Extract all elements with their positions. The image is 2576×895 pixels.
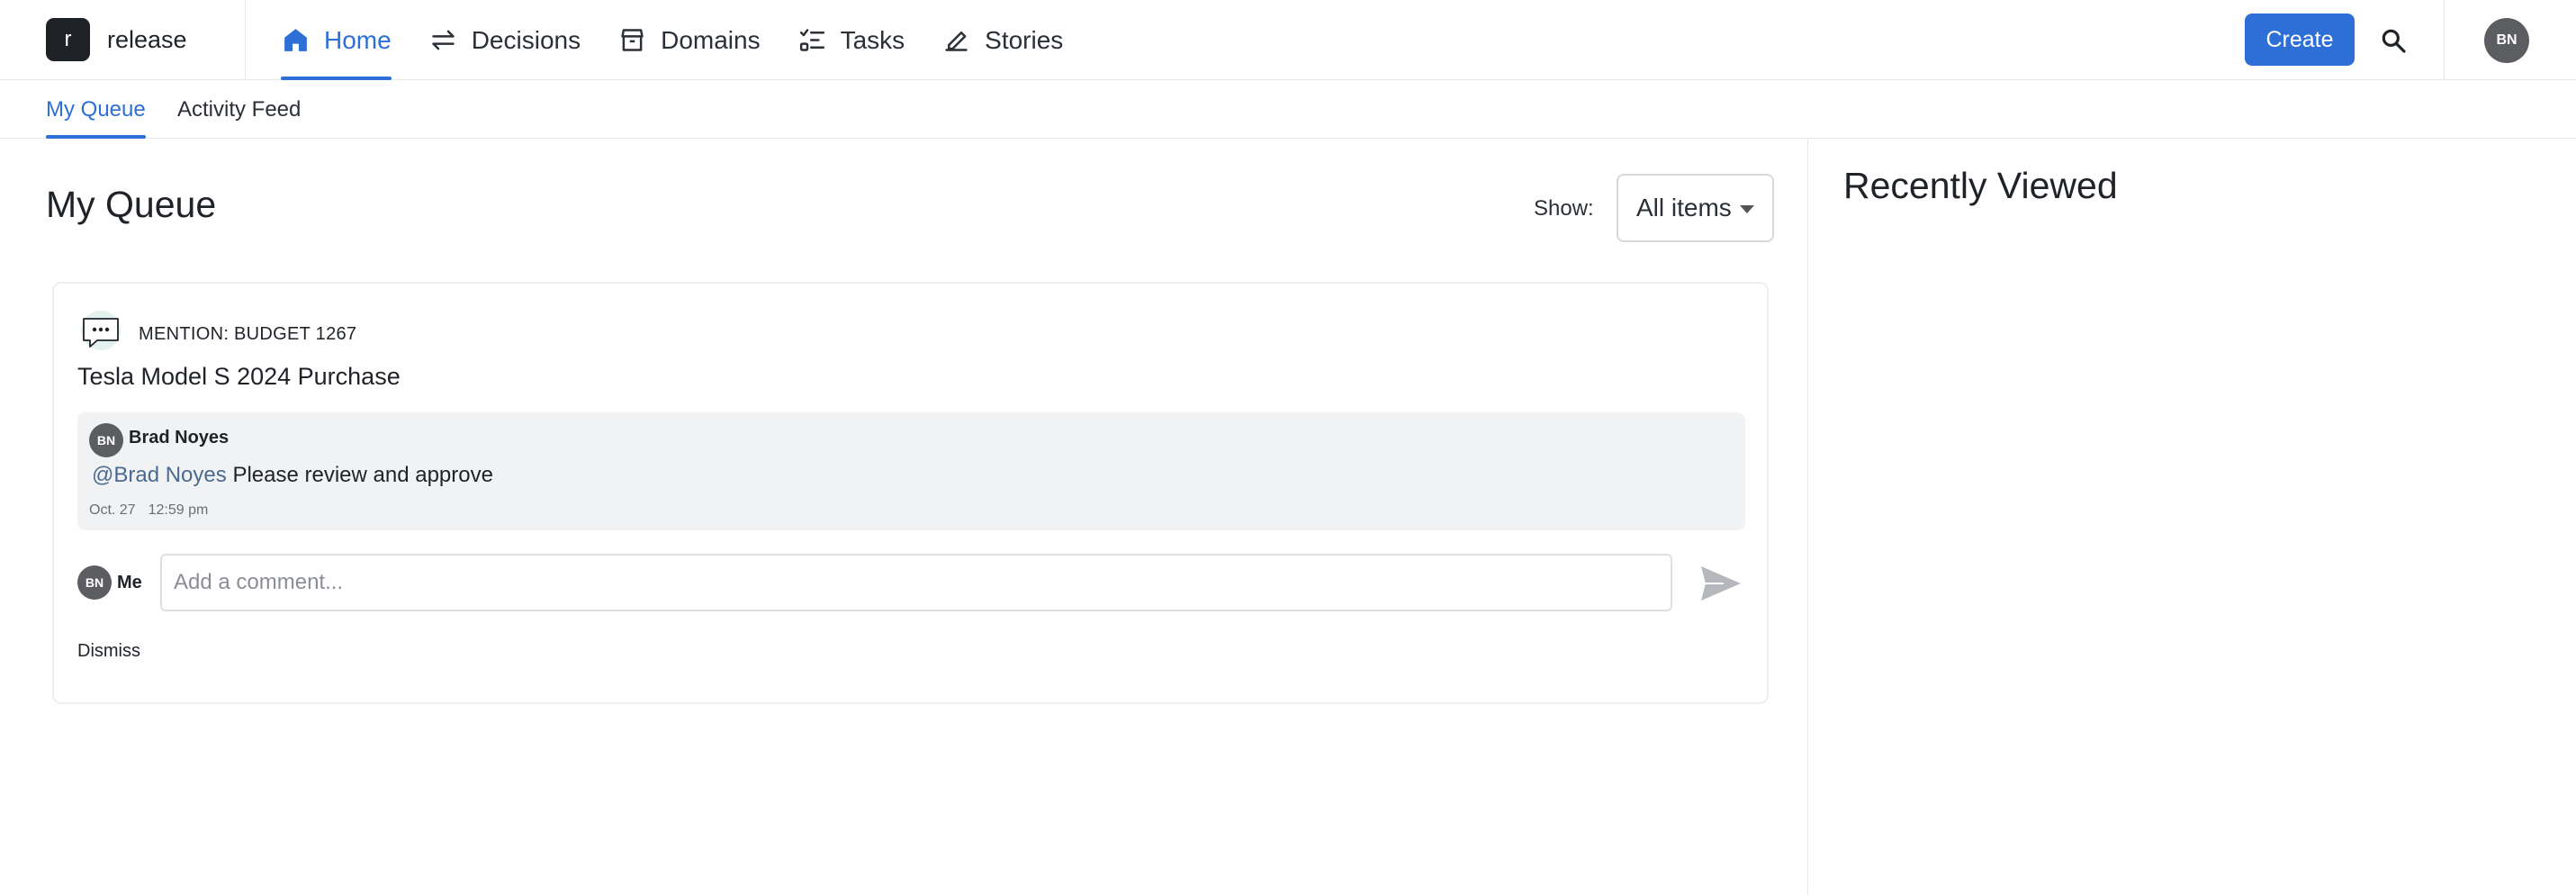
- search-icon: [2382, 29, 2406, 53]
- arrows-exchange-icon: [431, 30, 455, 50]
- brand-logo: r: [46, 18, 90, 61]
- tab-activity-feed[interactable]: Activity Feed: [177, 80, 301, 139]
- comment-input[interactable]: [160, 554, 1672, 611]
- divider: [245, 0, 246, 80]
- nav-item-home[interactable]: Home: [281, 0, 392, 80]
- nav-item-label: Tasks: [840, 25, 905, 54]
- comment: BN Brad Noyes @Brad Noyes Please review …: [77, 412, 1745, 530]
- brand[interactable]: r release: [46, 18, 187, 61]
- item-title[interactable]: Tesla Model S 2024 Purchase: [77, 363, 401, 391]
- nav-item-label: Domains: [661, 25, 761, 54]
- show-filter-label: Show:: [1534, 196, 1594, 221]
- dismiss-button[interactable]: Dismiss: [77, 641, 140, 662]
- brand-name: release: [107, 25, 187, 53]
- page-title: My Queue: [46, 184, 217, 225]
- recently-viewed-title: Recently Viewed: [1843, 165, 2118, 206]
- search-button[interactable]: [2376, 23, 2410, 58]
- comment-text: Please review and approve: [232, 463, 493, 487]
- divider: [1807, 139, 1808, 895]
- comment-date: Oct. 27: [89, 502, 136, 518]
- pen-icon: [945, 32, 968, 51]
- avatar: BN: [89, 423, 123, 457]
- box-icon: [621, 29, 644, 51]
- comment-timestamp: Oct. 27 12:59 pm: [89, 502, 221, 519]
- divider: [2444, 0, 2445, 80]
- tab-my-queue[interactable]: My Queue: [46, 80, 146, 139]
- mention-link[interactable]: @Brad Noyes: [92, 463, 227, 487]
- home-icon: [284, 29, 307, 51]
- create-button[interactable]: Create: [2245, 14, 2355, 66]
- reply-author-label: Me: [117, 573, 142, 592]
- caret-down-icon: [1740, 205, 1754, 213]
- nav-item-label: Stories: [985, 25, 1064, 54]
- nav-item-label: Decisions: [471, 25, 581, 54]
- nav-item-domains[interactable]: Domains: [617, 0, 761, 80]
- comment-body: @Brad Noyes Please review and approve: [92, 463, 493, 488]
- nav-item-tasks[interactable]: Tasks: [797, 0, 905, 80]
- comment-time: 12:59 pm: [148, 502, 209, 518]
- queue-item-card: MENTION: BUDGET 1267 Tesla Model S 2024 …: [52, 282, 1769, 704]
- show-filter-value: All items: [1636, 194, 1732, 221]
- top-navigation-bar: r release Home Decisions Domains Tasks S…: [0, 0, 2576, 80]
- chat-bubble-icon: [81, 311, 121, 350]
- sub-tabs: My Queue Activity Feed: [0, 80, 2576, 139]
- main-nav: Home Decisions Domains Tasks Stories: [281, 0, 1100, 80]
- avatar: BN: [77, 565, 112, 600]
- nav-item-decisions[interactable]: Decisions: [428, 0, 581, 80]
- show-filter-select[interactable]: All items: [1617, 174, 1774, 242]
- checklist-icon: [799, 29, 824, 51]
- nav-item-label: Home: [324, 25, 392, 54]
- user-avatar[interactable]: BN: [2484, 18, 2529, 63]
- nav-item-stories[interactable]: Stories: [941, 0, 1063, 80]
- send-icon[interactable]: [1699, 565, 1743, 602]
- comment-author: Brad Noyes: [129, 428, 230, 448]
- item-type-label: MENTION: BUDGET 1267: [139, 324, 357, 344]
